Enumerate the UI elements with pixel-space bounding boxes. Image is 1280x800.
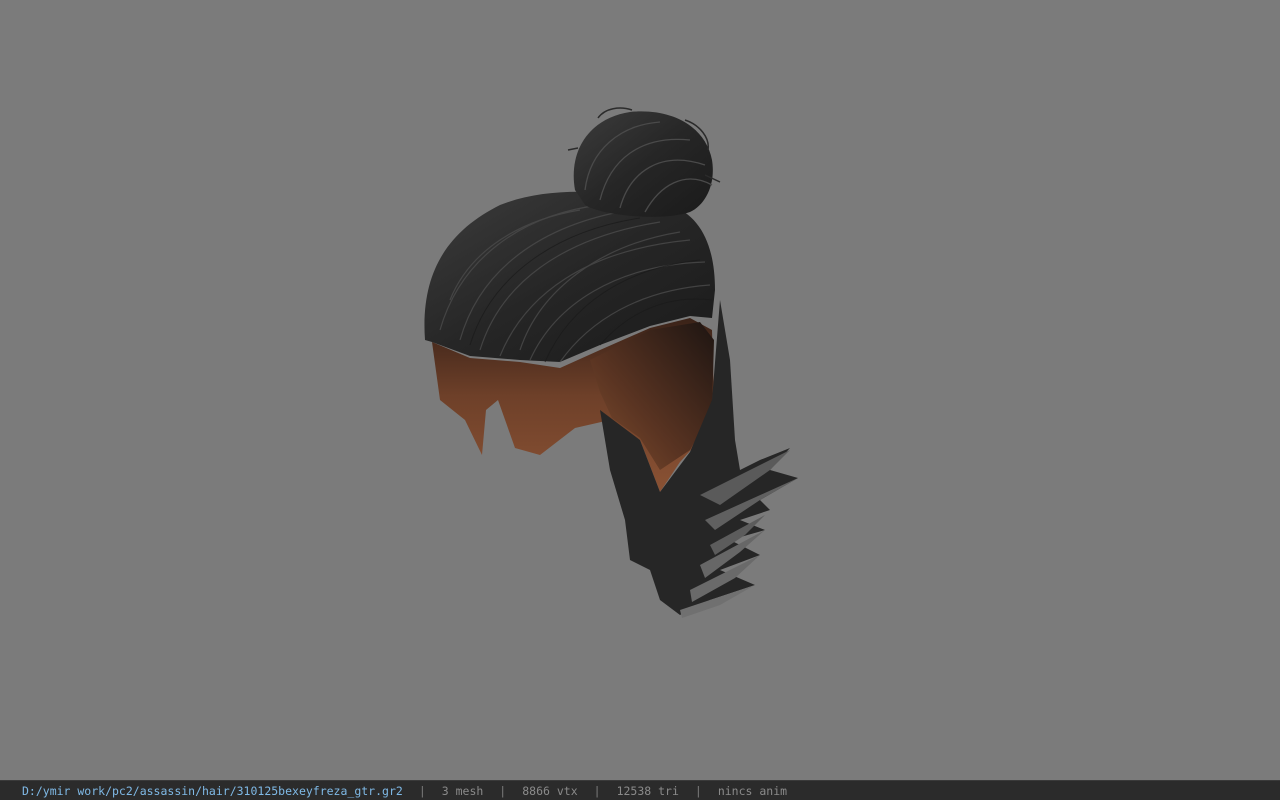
status-separator: | — [499, 783, 507, 798]
status-separator: | — [694, 783, 702, 798]
hair-model[interactable] — [0, 0, 1280, 780]
status-separator: | — [593, 783, 601, 798]
hair-bun — [567, 107, 721, 217]
vertex-count-label: 8866 vtx — [522, 783, 578, 798]
animation-status-label: nincs anim — [717, 783, 788, 798]
status-separator: | — [418, 783, 426, 798]
triangle-count-label: 12538 tri — [616, 783, 679, 798]
3d-viewport[interactable] — [0, 0, 1280, 780]
status-bar: D:/ymir work/pc2/assassin/hair/310125bex… — [0, 780, 1280, 800]
file-path-label: D:/ymir work/pc2/assassin/hair/310125bex… — [22, 783, 403, 798]
mesh-count-label: 3 mesh — [441, 783, 484, 798]
